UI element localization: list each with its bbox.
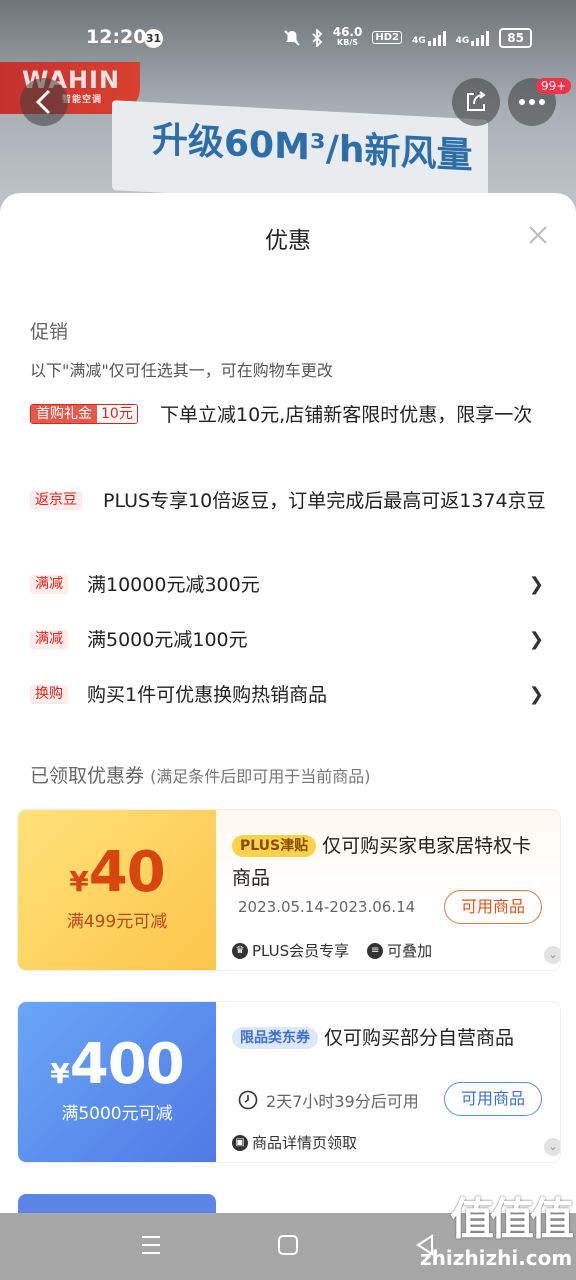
- coupon-amount-panel: ¥40 满499元可减: [18, 810, 216, 970]
- coupon-info: 限品类东券 仅可购买部分自营商品 2天7小时39分后可用 可用商品 ▣ 商品详情页领…: [216, 1002, 560, 1162]
- back-button[interactable]: [20, 78, 68, 126]
- banner-text: 升级60M³/h新风量: [152, 119, 473, 178]
- coupon-card-category: ¥400 满5000元可减 限品类东券 仅可购买部分自营商品 2天7小时39分后可…: [18, 1002, 560, 1162]
- currency-symbol: ¥: [50, 1057, 70, 1090]
- clock-icon: [238, 1090, 258, 1110]
- watermark-url: zhizhizhi.com: [420, 1246, 573, 1270]
- coupon-title: 限品类东券 仅可购买部分自营商品: [232, 1022, 532, 1054]
- sheet-title: 优惠: [265, 228, 311, 254]
- promo-text: 下单立减10元,店铺新客限时优惠，限享一次: [160, 404, 533, 426]
- currency-symbol: ¥: [69, 865, 89, 898]
- coupon-amount: ¥400: [18, 1032, 216, 1097]
- coupon-section-label: 已领取优惠券: [30, 765, 145, 787]
- promo-text: 满5000元减100元: [87, 629, 248, 651]
- category-coupon-badge: 限品类东券: [232, 1027, 318, 1049]
- feature-stackable: ≡ 可叠加: [367, 940, 432, 961]
- first-purchase-tag: 首购礼金 10元: [30, 404, 138, 424]
- message-count-badge: 99+: [536, 78, 572, 94]
- coupon-card-plus: ¥40 满499元可减 PLUS津贴 仅可购买家电家居特权卡商品 2023.05.…: [18, 810, 560, 970]
- feature-detail-page: ▣ 商品详情页领取: [232, 1132, 357, 1153]
- promo-item: 返京豆 PLUS专享10倍返豆，订单完成后最高可返1374京豆: [30, 487, 550, 547]
- coupon-condition: 满499元可减: [66, 912, 168, 932]
- battery-icon: 85: [499, 27, 532, 48]
- more-dots-icon: [519, 99, 545, 105]
- tag-label: 首购礼金: [31, 405, 97, 423]
- net-speed: 46.0 KB/S: [332, 25, 363, 48]
- signal-2: 4G: [456, 30, 490, 46]
- coupon-features: ♛ PLUS会员专享 ≡ 可叠加: [232, 940, 432, 961]
- amount-value: 400: [69, 1032, 185, 1097]
- status-icons: 46.0 KB/S HD2 4G 4G 85: [283, 25, 532, 48]
- menu-icon[interactable]: [140, 1233, 162, 1257]
- coupon-title-text: 仅可购买部分自营商品: [324, 1027, 515, 1049]
- coupon-features: ▣ 商品详情页领取: [232, 1132, 357, 1153]
- coupon-condition: 满5000元可减: [61, 1104, 173, 1124]
- chevron-right-icon: ❯: [528, 629, 544, 650]
- feature-label: PLUS会员专享: [252, 942, 350, 960]
- chevron-right-icon: ❯: [528, 574, 544, 595]
- jingdou-tag: 返京豆: [30, 491, 82, 510]
- mute-icon: [284, 29, 300, 46]
- promo-item-exchange[interactable]: 换购 购买1件可优惠换购热销商品 ❯: [30, 681, 550, 711]
- close-icon[interactable]: [526, 223, 550, 247]
- ticket-icon: ▣: [232, 1134, 248, 1151]
- coupon-info: PLUS津贴 仅可购买家电家居特权卡商品 2023.05.14-2023.06.1…: [216, 810, 560, 970]
- crown-icon: ♛: [232, 942, 248, 959]
- coupon-section-title: 已领取优惠券 (满足条件后即可用于当前商品): [30, 761, 371, 788]
- share-button[interactable]: [452, 78, 500, 126]
- hd-indicator: HD2: [372, 31, 402, 44]
- screen: { "status_bar": {"time": "12:20", "notif…: [0, 0, 576, 1280]
- net-speed-unit: KB/S: [337, 38, 359, 47]
- tag-value: 10元: [97, 405, 137, 423]
- coupon-section-note: (满足条件后即可用于当前商品): [150, 767, 371, 786]
- bluetooth-icon: [312, 28, 323, 47]
- expand-chevron-icon[interactable]: ⌄: [544, 946, 560, 964]
- available-products-button[interactable]: 可用商品: [444, 1082, 542, 1116]
- amount-value: 40: [88, 840, 166, 905]
- coupon-countdown: 2天7小时39分后可用: [238, 1088, 419, 1112]
- signal-2-label: 4G: [455, 35, 470, 46]
- signal-1: 4G: [412, 30, 446, 46]
- promo-item: 首购礼金 10元 下单立减10元,店铺新客限时优惠，限享一次: [30, 401, 550, 461]
- promo-item-full-reduction[interactable]: 满减 满5000元减100元 ❯: [30, 626, 550, 656]
- plus-subsidy-badge: PLUS津贴: [232, 835, 317, 857]
- full-reduction-tag: 满减: [30, 575, 68, 594]
- signal-bars-icon: [427, 30, 446, 46]
- status-bar: 12:20 31 46.0 KB/S HD2 4G 4G 85: [0, 0, 576, 62]
- watermark-logo: 值值值: [450, 1194, 574, 1245]
- promo-text: 满10000元减300元: [87, 574, 260, 596]
- available-products-button[interactable]: 可用商品: [444, 890, 542, 924]
- net-speed-value: 46.0: [332, 25, 363, 39]
- promo-text: 购买1件可优惠换购热销商品: [87, 684, 328, 706]
- signal-1-label: 4G: [411, 35, 426, 46]
- feature-label: 商品详情页领取: [252, 1134, 358, 1152]
- chevron-right-icon: ❯: [528, 684, 544, 705]
- full-reduction-tag: 满减: [30, 630, 68, 649]
- promo-section-title: 促销: [30, 321, 69, 343]
- expand-chevron-icon[interactable]: ⌄: [544, 1138, 560, 1156]
- home-icon[interactable]: [277, 1233, 299, 1257]
- coupon-validity: 2023.05.14-2023.06.14: [238, 898, 416, 916]
- signal-bars-icon: [471, 30, 490, 46]
- coupon-amount-panel: ¥400 满5000元可减: [18, 1002, 216, 1162]
- promo-section-note: 以下"满减"仅可任选其一，可在购物车更改: [30, 361, 333, 380]
- promo-item-full-reduction[interactable]: 满减 满10000元减300元 ❯: [30, 571, 550, 601]
- exchange-tag: 换购: [30, 685, 68, 704]
- coupon-title: PLUS津贴 仅可购买家电家居特权卡商品: [232, 830, 532, 894]
- discount-sheet: 优惠 促销 以下"满减"仅可任选其一，可在购物车更改 首购礼金 10元 下单立减1…: [0, 193, 576, 1224]
- clock: 12:20: [86, 26, 147, 48]
- stack-icon: ≡: [367, 942, 384, 959]
- feature-label: 可叠加: [387, 942, 433, 960]
- feature-plus-only: ♛ PLUS会员专享: [232, 940, 349, 961]
- watermark: 值值值 zhizhizhi.com: [420, 1194, 574, 1271]
- coupon-amount: ¥40: [18, 840, 216, 905]
- countdown-text: 2天7小时39分后可用: [266, 1092, 419, 1111]
- promo-text: PLUS专享10倍返豆，订单完成后最高可返1374京豆: [103, 490, 546, 512]
- chevron-left-icon: [35, 89, 51, 115]
- notification-badge: 31: [144, 29, 163, 48]
- share-icon: [467, 91, 486, 111]
